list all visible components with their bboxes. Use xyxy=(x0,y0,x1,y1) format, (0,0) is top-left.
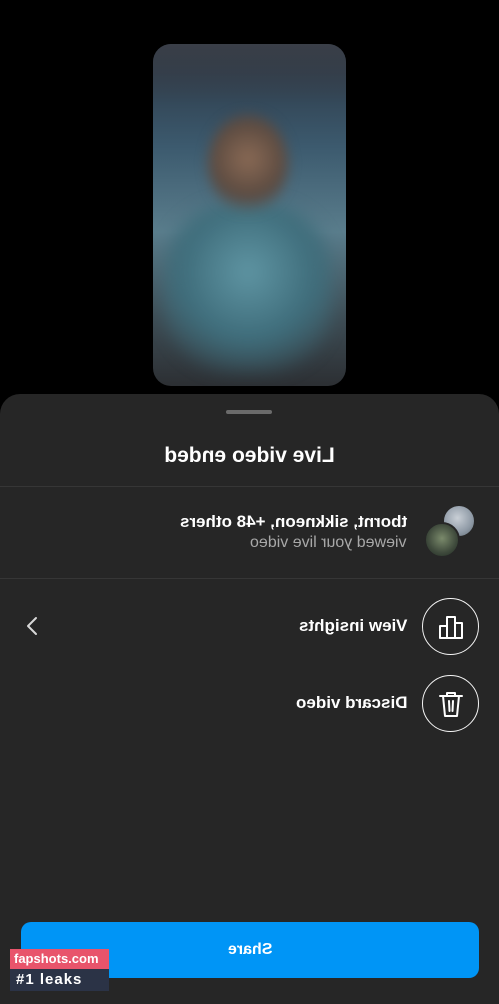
divider xyxy=(0,578,499,579)
discard-video-button[interactable] xyxy=(422,675,479,732)
discard-video-label: Discard video xyxy=(295,693,408,712)
bottom-sheet: Live video ended tbornt, sikkneon, +48 o… xyxy=(0,394,499,1004)
view-insights-row[interactable]: View insights xyxy=(0,594,499,658)
viewer-avatars xyxy=(424,504,476,558)
watermark-line2: #1 leaks xyxy=(10,969,109,991)
share-button-label: Share xyxy=(227,941,273,958)
watermark-line1: fapshots.com xyxy=(10,949,109,969)
avatar xyxy=(424,522,460,558)
viewers-names: tbornt, sikkneon, +48 others xyxy=(179,512,407,531)
trash-icon xyxy=(438,691,463,717)
view-insights-label: View insights xyxy=(298,616,407,635)
view-insights-button[interactable] xyxy=(422,598,479,655)
live-video-preview xyxy=(153,44,346,386)
chevron-left-icon[interactable] xyxy=(20,614,44,638)
watermark-logo: fapshots.com #1 leaks xyxy=(10,949,109,991)
preview-blur-head xyxy=(208,114,288,214)
discard-video-row[interactable]: Discard video xyxy=(0,671,499,735)
drag-handle[interactable] xyxy=(226,410,272,414)
sheet-title: Live video ended xyxy=(164,444,335,467)
bar-chart-icon xyxy=(438,615,463,639)
viewers-summary[interactable]: tbornt, sikkneon, +48 others viewed your… xyxy=(0,486,499,578)
viewers-subtitle: viewed your live video xyxy=(250,534,407,551)
preview-blur-body xyxy=(163,204,333,374)
preview-blur-top xyxy=(153,44,346,104)
